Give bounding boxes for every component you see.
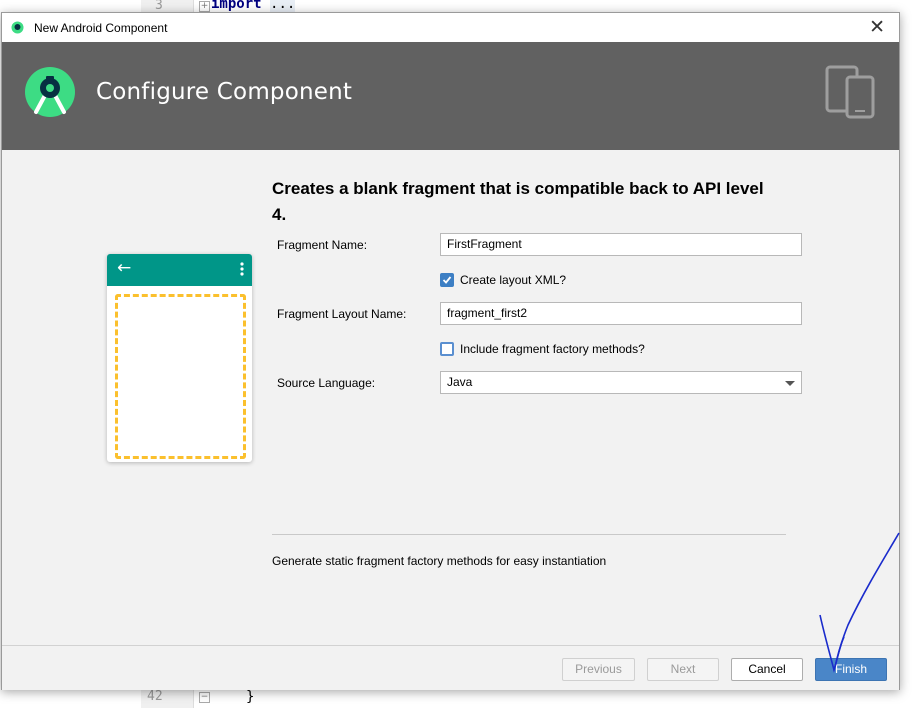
fragment-placeholder-area <box>115 294 246 459</box>
fragment-preview: ← <box>107 254 252 462</box>
create-layout-label[interactable]: Create layout XML? <box>460 273 566 287</box>
back-arrow-icon: ← <box>117 258 132 278</box>
chevron-down-icon[interactable] <box>785 381 795 386</box>
source-language-value: Java <box>447 375 473 389</box>
line-number: 42 <box>147 689 163 704</box>
fold-icon[interactable]: + <box>199 1 210 12</box>
new-android-component-dialog: New Android Component ✕ Configure Compon… <box>1 12 900 690</box>
checkmark-icon <box>442 276 452 284</box>
fold-icon[interactable]: − <box>199 692 210 703</box>
dialog-header: Configure Component <box>2 42 899 150</box>
code-line: import ... <box>211 0 296 12</box>
source-language-label: Source Language: <box>277 376 376 390</box>
factory-methods-label[interactable]: Include fragment factory methods? <box>460 342 645 356</box>
close-icon[interactable]: ✕ <box>869 16 885 38</box>
dialog-content: ← Creates a blank fragment that is compa… <box>2 150 899 645</box>
source-language-select[interactable]: Java <box>440 371 802 394</box>
cancel-button[interactable]: Cancel <box>731 658 803 681</box>
dialog-titlebar[interactable]: New Android Component ✕ <box>2 13 899 42</box>
fragment-name-input[interactable]: FirstFragment <box>440 233 802 256</box>
fragment-name-label: Fragment Name: <box>277 238 368 252</box>
page-title: Configure Component <box>96 79 353 105</box>
divider <box>272 534 786 535</box>
layout-name-label: Fragment Layout Name: <box>277 307 407 321</box>
factory-methods-checkbox[interactable] <box>440 342 454 356</box>
code-keyword: import <box>211 0 262 12</box>
finish-button[interactable]: Finish <box>815 658 887 681</box>
android-studio-icon <box>11 21 24 34</box>
next-button[interactable]: Next <box>647 658 719 681</box>
code-line: } <box>246 689 255 705</box>
dialog-footer: Previous Next Cancel Finish <box>2 645 899 690</box>
android-studio-logo <box>25 67 75 117</box>
overflow-menu-icon <box>240 262 244 276</box>
devices-icon <box>825 65 875 119</box>
previous-button[interactable]: Previous <box>562 658 635 681</box>
layout-name-input[interactable]: fragment_first2 <box>440 302 802 325</box>
help-text: Generate static fragment factory methods… <box>272 554 607 568</box>
component-description: Creates a blank fragment that is compati… <box>272 179 764 224</box>
preview-toolbar: ← <box>107 254 252 286</box>
create-layout-checkbox[interactable] <box>440 273 454 287</box>
dialog-title: New Android Component <box>34 21 168 35</box>
code-fold-placeholder[interactable]: ... <box>270 0 296 12</box>
